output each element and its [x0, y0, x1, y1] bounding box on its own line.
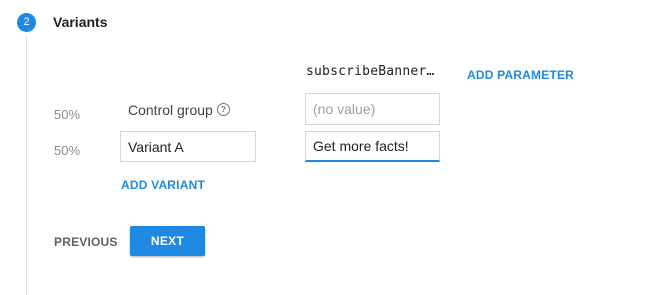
parameter-name: subscribeBanner…	[306, 64, 435, 79]
variant-name-input[interactable]	[120, 131, 256, 162]
control-group-label: Control group	[128, 102, 213, 118]
previous-button[interactable]: PREVIOUS	[54, 235, 118, 249]
control-percent: 50%	[54, 107, 81, 122]
step-connector-line	[26, 36, 27, 295]
add-parameter-button[interactable]: ADD PARAMETER	[467, 68, 574, 82]
variant-a-percent: 50%	[54, 143, 81, 158]
next-button[interactable]: NEXT	[130, 226, 205, 256]
add-variant-button[interactable]: ADD VARIANT	[121, 178, 205, 192]
step-title: Variants	[53, 14, 108, 30]
variant-value-input[interactable]	[305, 131, 440, 162]
help-icon[interactable]: ?	[217, 103, 230, 116]
control-value-input[interactable]	[305, 93, 440, 125]
step-number-badge: 2	[17, 13, 36, 32]
